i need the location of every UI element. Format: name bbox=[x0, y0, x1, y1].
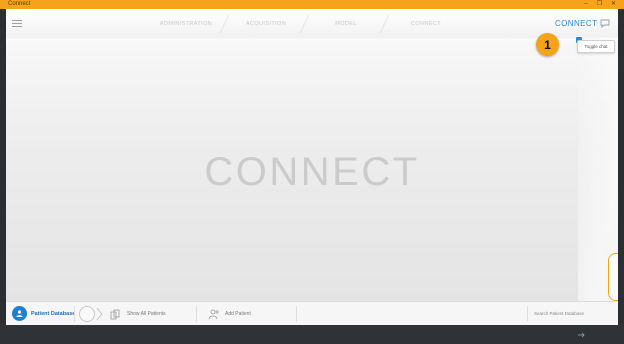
toolbar-divider bbox=[296, 306, 297, 322]
status-bar bbox=[0, 325, 624, 344]
window-controls: – ❐ ✕ bbox=[584, 0, 616, 9]
chevron-right-icon bbox=[96, 307, 103, 321]
tab-model[interactable]: MODEL bbox=[306, 9, 386, 38]
add-patient-label: Add Patient bbox=[225, 311, 251, 317]
show-all-patients-label: Show All Patients bbox=[127, 311, 166, 317]
close-button[interactable]: ✕ bbox=[611, 0, 616, 9]
patient-database-label: Patient Database bbox=[31, 310, 76, 317]
chat-icon bbox=[600, 19, 610, 28]
tab-acquisition[interactable]: ACQUISITION bbox=[226, 9, 306, 38]
tab-administration[interactable]: ADMINISTRATION bbox=[146, 9, 226, 38]
workflow-steps: ADMINISTRATION ACQUISITION MODEL CONNECT bbox=[146, 9, 466, 38]
window-title: Connect bbox=[8, 1, 31, 7]
step-callout-badge: 1 bbox=[536, 33, 559, 56]
patient-database-button[interactable]: Patient Database bbox=[12, 306, 75, 321]
minimize-button[interactable]: – bbox=[584, 0, 587, 9]
show-all-patients-button[interactable]: Show All Patients bbox=[110, 302, 166, 325]
main-stage: CONNECT bbox=[6, 38, 618, 301]
side-drawer-tab[interactable] bbox=[608, 253, 618, 301]
toolbar-divider bbox=[74, 306, 75, 322]
bottom-toolbar: Patient Database Show All Patients Add P… bbox=[6, 301, 618, 325]
active-module-label[interactable]: CONNECT bbox=[555, 19, 597, 28]
top-navigation: ADMINISTRATION ACQUISITION MODEL CONNECT… bbox=[6, 9, 618, 39]
maximize-button[interactable]: ❐ bbox=[597, 0, 602, 9]
tab-connect[interactable]: CONNECT bbox=[386, 9, 466, 38]
app-window: ADMINISTRATION ACQUISITION MODEL CONNECT… bbox=[6, 9, 618, 325]
page-title: CONNECT bbox=[204, 150, 420, 194]
menu-icon[interactable] bbox=[12, 20, 22, 27]
add-patient-icon bbox=[208, 309, 219, 319]
toggle-chat-tooltip: Toggle chat bbox=[577, 40, 615, 53]
show-all-patients-icon bbox=[110, 309, 120, 319]
settings-ring-icon[interactable] bbox=[79, 306, 95, 322]
toolbar-divider bbox=[196, 306, 197, 322]
status-icon[interactable] bbox=[577, 331, 585, 339]
toggle-chat-button[interactable] bbox=[592, 9, 618, 38]
window-titlebar: Connect – ❐ ✕ bbox=[0, 0, 624, 9]
patient-database-icon bbox=[12, 306, 27, 321]
patient-search-input[interactable]: Search Patient Database bbox=[527, 306, 617, 321]
add-patient-button[interactable]: Add Patient bbox=[208, 302, 251, 325]
